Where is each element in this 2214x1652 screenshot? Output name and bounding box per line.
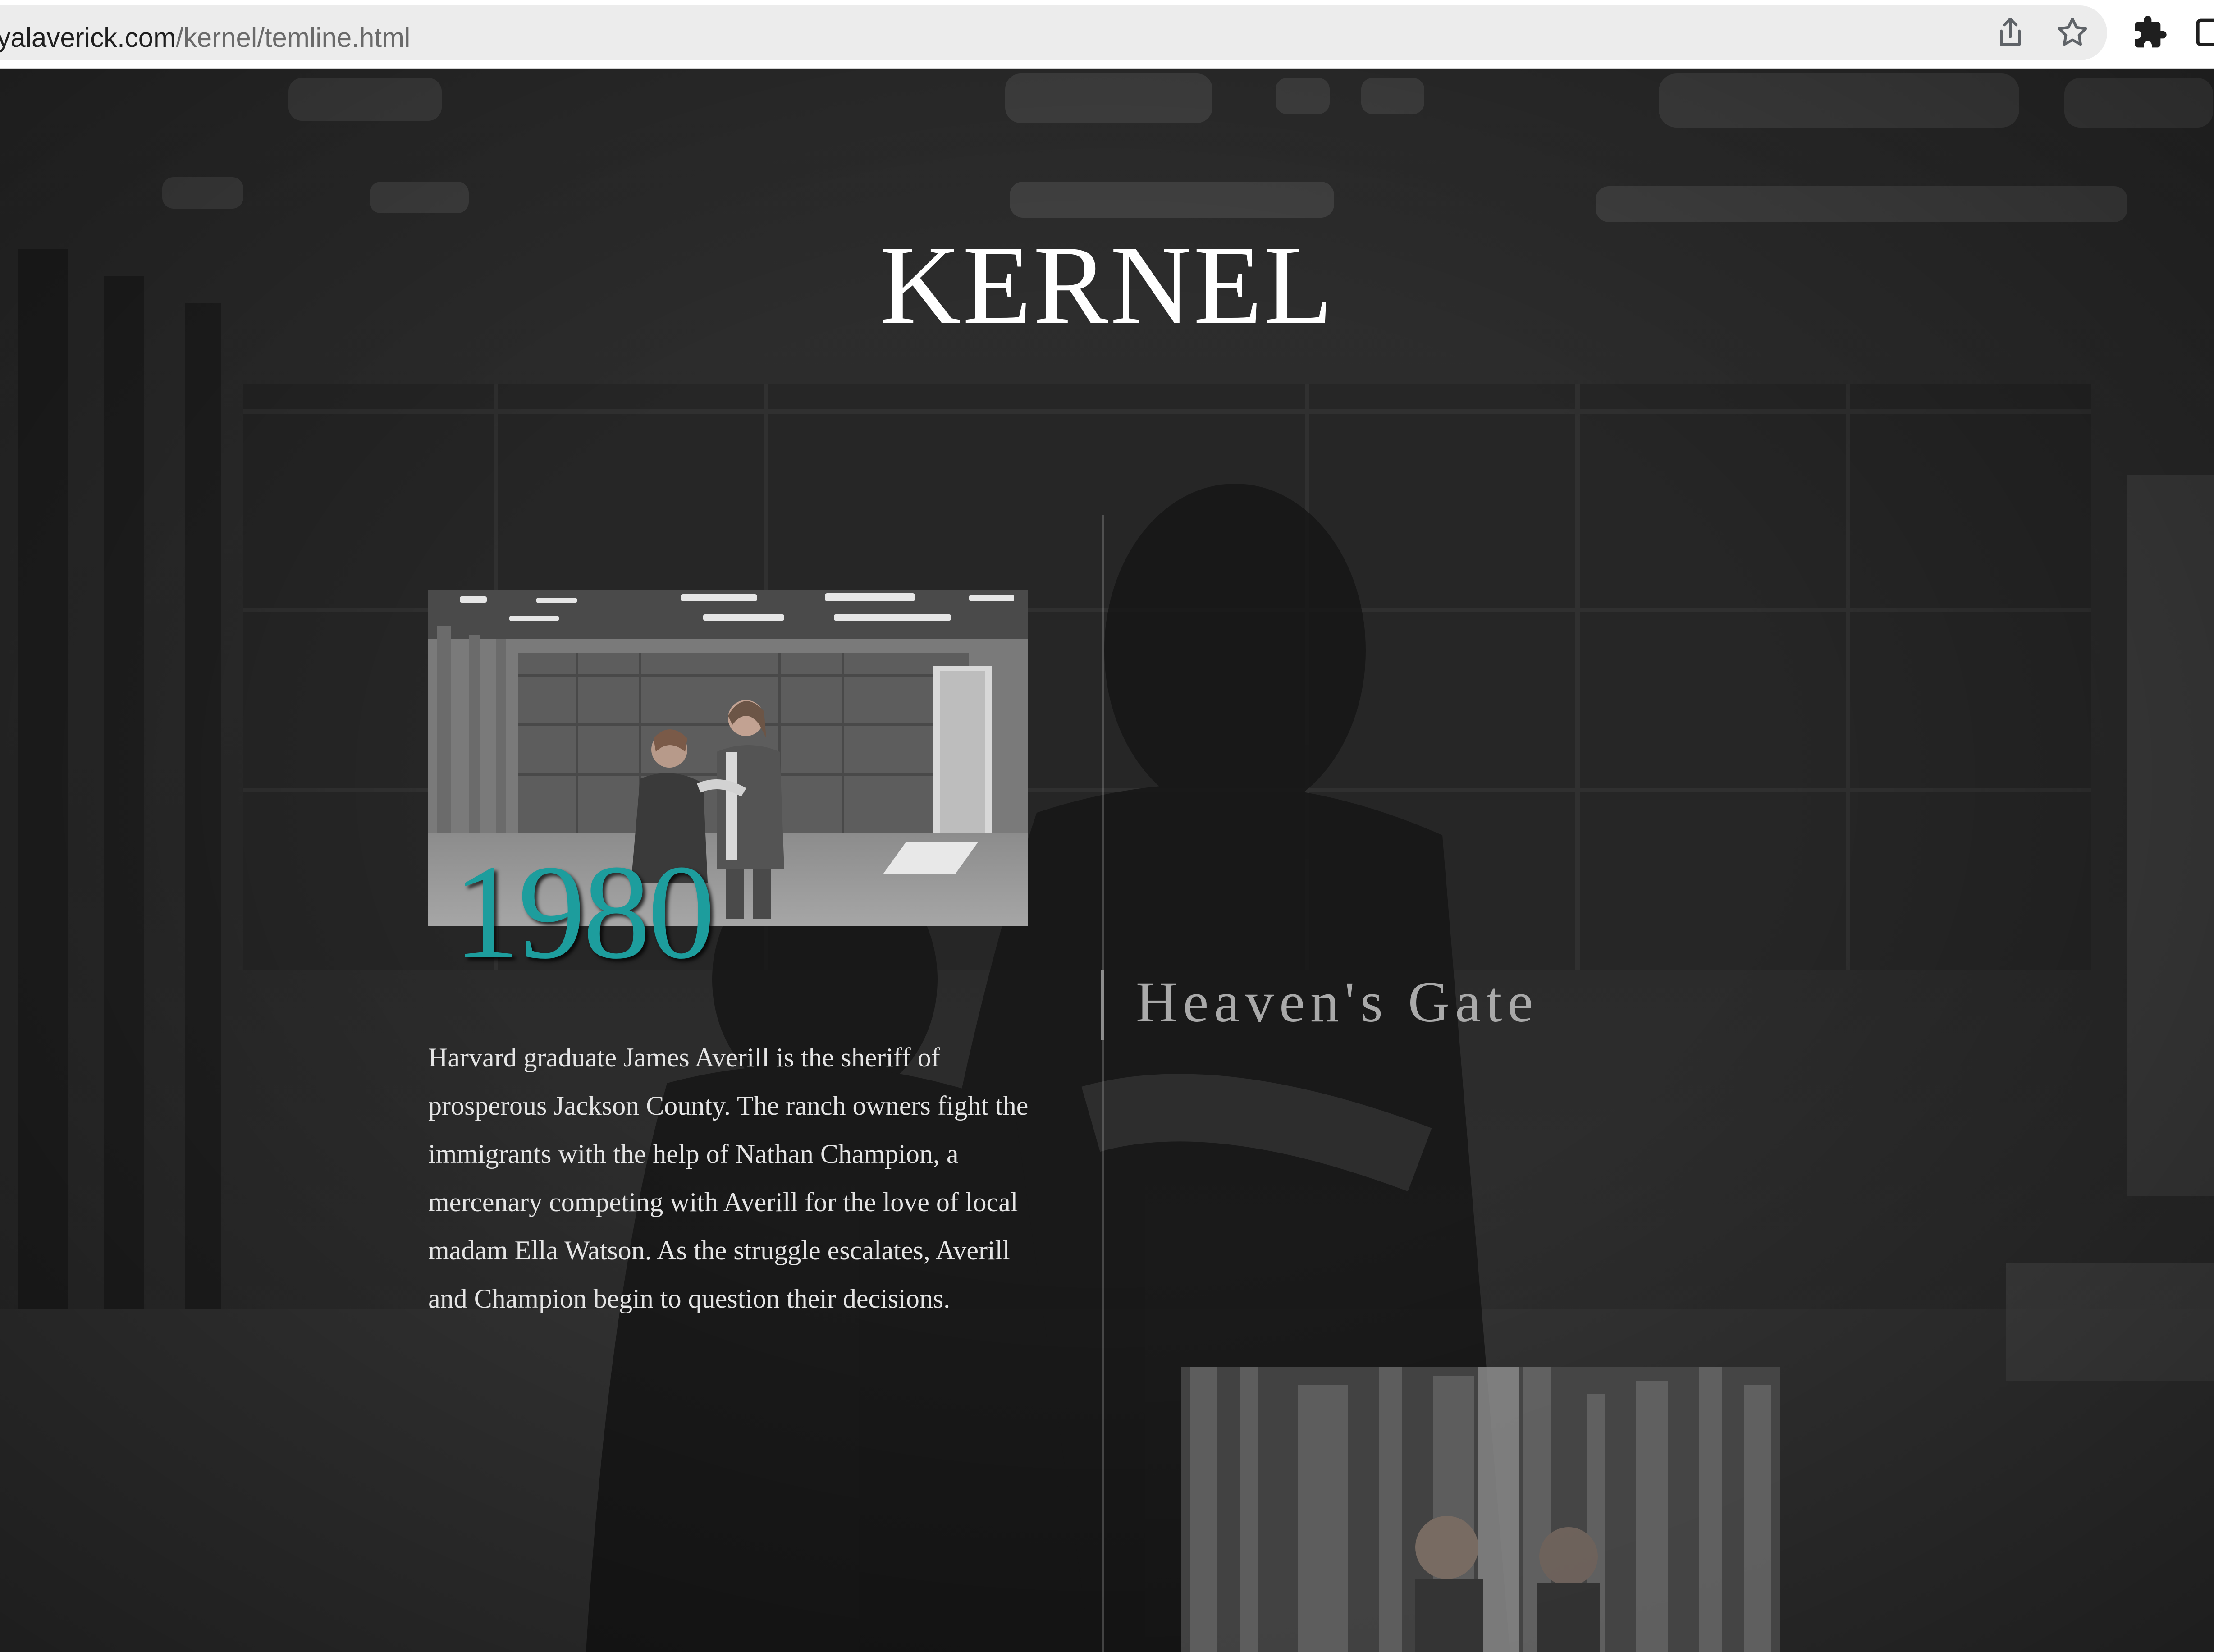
bookmark-star-icon[interactable]	[2054, 14, 2090, 50]
url-host: reyalaverick.com	[0, 23, 176, 53]
timeline-line	[1102, 515, 1104, 1652]
url-text[interactable]: reyalaverick.com/kernel/temline.html	[0, 22, 410, 54]
next-film-still-image	[1181, 1367, 1780, 1652]
page-content: KERNEL 1980 Heaven's Gate Harvard gradua…	[0, 69, 2214, 1652]
share-icon[interactable]	[1992, 14, 2028, 50]
film-title: Heaven's Gate	[1136, 970, 1539, 1034]
address-bar[interactable]: reyalaverick.com/kernel/temline.html	[0, 5, 2107, 60]
extensions-puzzle-icon[interactable]	[2132, 14, 2168, 50]
film-synopsis: Harvard graduate James Averill is the sh…	[428, 1043, 1029, 1313]
url-path: /kernel/temline.html	[176, 23, 411, 53]
window-icon[interactable]	[2193, 14, 2214, 50]
film-year: 1980	[453, 837, 715, 987]
film-title-marker	[1101, 970, 1104, 1040]
site-title: KERNEL	[879, 223, 1335, 348]
browser-toolbar: reyalaverick.com/kernel/temline.html	[0, 0, 2214, 69]
